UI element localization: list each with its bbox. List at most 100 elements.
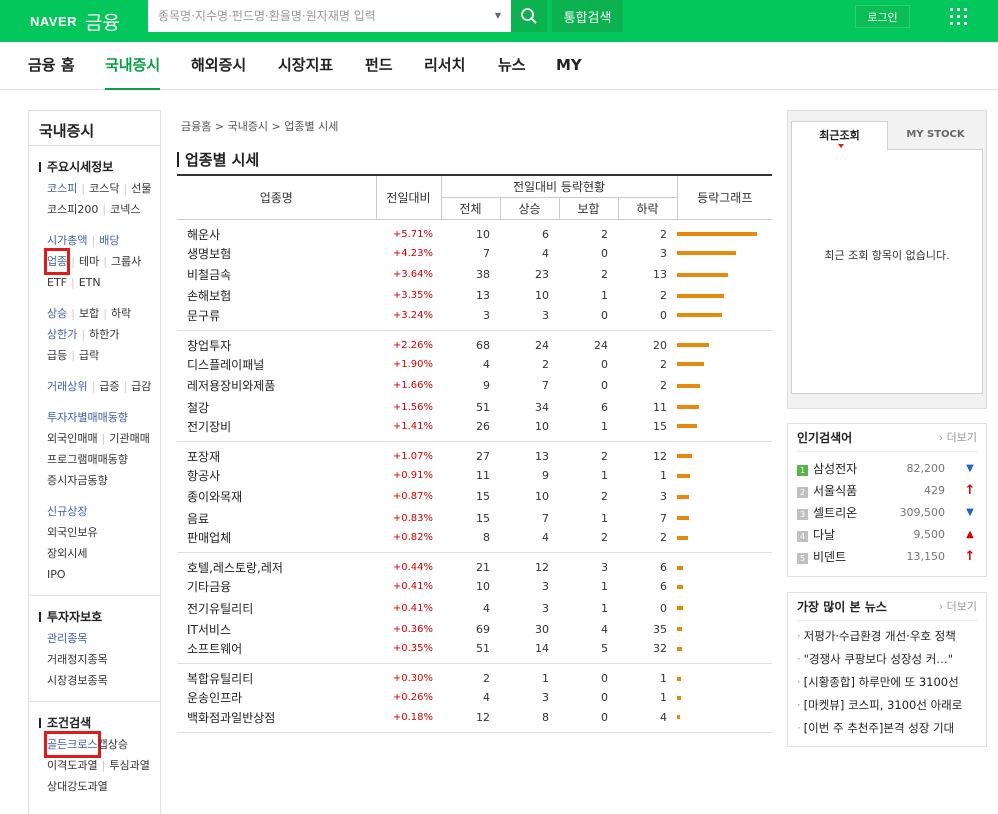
sidebar-link[interactable]: 급증 bbox=[99, 376, 119, 397]
sector-name-link[interactable]: 해운사 bbox=[187, 228, 220, 242]
sector-name-link[interactable]: 소프트웨어 bbox=[187, 642, 242, 656]
news-more-link[interactable]: › 더보기 bbox=[939, 593, 977, 621]
nav-item[interactable]: MY bbox=[556, 42, 582, 90]
popular-stock-name[interactable]: 서울식품 bbox=[813, 484, 857, 498]
sidebar-link[interactable]: 급등 bbox=[47, 345, 67, 366]
sidebar-link[interactable]: ETF bbox=[47, 272, 67, 293]
news-headline-link[interactable]: [이번 주 추천주]본격 성장 기대 bbox=[797, 717, 977, 740]
sidebar-link[interactable]: 투자자별매매동향 bbox=[47, 407, 128, 428]
sidebar-link[interactable]: IPO bbox=[47, 564, 66, 585]
sidebar-link[interactable]: 테마 bbox=[79, 251, 99, 272]
sidebar-link[interactable]: 거래정지종목 bbox=[47, 649, 108, 670]
sidebar-link[interactable]: 갭상승 bbox=[98, 734, 128, 755]
nav-item[interactable]: 해외증시 bbox=[191, 42, 246, 90]
popular-item[interactable]: 1 삼성전자 82,200 ▼ bbox=[797, 458, 977, 480]
sidebar-link[interactable]: ETN bbox=[79, 272, 101, 293]
tab-my-stock[interactable]: MY STOCK bbox=[888, 121, 983, 150]
nav-item[interactable]: 뉴스 bbox=[498, 42, 526, 90]
search-dropdown-icon[interactable]: ▼ bbox=[495, 11, 501, 20]
sidebar-link[interactable]: 코스피 bbox=[47, 178, 77, 199]
popular-item[interactable]: 3 셀트리온 309,500 ▼ bbox=[797, 502, 977, 524]
nav-item[interactable]: 금융 홈 bbox=[28, 42, 75, 90]
nav-item[interactable]: 펀드 bbox=[365, 42, 393, 90]
sector-name-link[interactable]: 문구류 bbox=[187, 309, 220, 323]
nav-item[interactable]: 국내증시 bbox=[105, 42, 161, 90]
popular-item[interactable]: 2 서울식품 429 ↑ bbox=[797, 480, 977, 502]
sector-name-link[interactable]: 판매업체 bbox=[187, 531, 231, 545]
sidebar-link[interactable]: 골든크로스 bbox=[44, 731, 101, 758]
sidebar-link[interactable]: 급감 bbox=[131, 376, 151, 397]
sidebar-link[interactable]: 급락 bbox=[79, 345, 99, 366]
sidebar-link[interactable]: 그룹사 bbox=[111, 251, 141, 272]
sector-name-link[interactable]: IT서비스 bbox=[187, 623, 231, 637]
popular-more-link[interactable]: › 더보기 bbox=[939, 424, 977, 452]
login-button[interactable]: 로그인 bbox=[855, 5, 910, 28]
sidebar-link[interactable]: 업종 bbox=[43, 248, 71, 275]
sector-name-link[interactable]: 운송인프라 bbox=[187, 691, 242, 705]
news-headline-link[interactable]: [시황종합] 하루만에 또 3100선 bbox=[797, 671, 977, 694]
sector-name-link[interactable]: 철강 bbox=[187, 401, 209, 415]
sector-name-link[interactable]: 음료 bbox=[187, 512, 209, 526]
sidebar-link[interactable]: 선물 bbox=[131, 178, 151, 199]
sector-name-link[interactable]: 디스플레이패널 bbox=[187, 358, 264, 372]
sector-name-link[interactable]: 항공사 bbox=[187, 469, 220, 483]
sidebar-link[interactable]: 시가총액 bbox=[47, 230, 87, 251]
sidebar-link[interactable]: 거래상위 bbox=[47, 376, 87, 397]
sidebar-link[interactable]: 외국인보유 bbox=[47, 522, 98, 543]
sidebar-link[interactable]: 증시자금동향 bbox=[47, 470, 108, 491]
nav-item[interactable]: 리서치 bbox=[424, 42, 465, 90]
sidebar-link[interactable]: 배당 bbox=[99, 230, 119, 251]
sector-name-link[interactable]: 종이와목재 bbox=[187, 490, 242, 504]
naver-logo-text[interactable]: NAVER bbox=[30, 14, 77, 29]
sidebar-link[interactable]: 이격도과열 bbox=[47, 755, 98, 776]
sidebar-link[interactable]: 투심과열 bbox=[109, 755, 149, 776]
sidebar-link[interactable]: 관리종목 bbox=[47, 628, 87, 649]
nav-item[interactable]: 시장지표 bbox=[278, 42, 333, 90]
sector-name-link[interactable]: 전기유틸리티 bbox=[187, 602, 253, 616]
popular-stock-name[interactable]: 다날 bbox=[813, 528, 835, 542]
sidebar-link[interactable]: 상한가 bbox=[47, 324, 77, 345]
sector-name-link[interactable]: 손해보험 bbox=[187, 289, 231, 303]
finance-logo-text[interactable]: 금융 bbox=[85, 8, 120, 35]
search-input[interactable] bbox=[148, 0, 478, 32]
sidebar-link[interactable]: 코스피200 bbox=[47, 199, 98, 220]
sidebar-link[interactable]: 상대강도과열 bbox=[47, 776, 108, 797]
popular-item[interactable]: 5 비덴트 13,150 ↑ bbox=[797, 546, 977, 568]
rank-badge: 4 bbox=[797, 531, 808, 542]
sidebar-link[interactable]: 신규상장 bbox=[47, 501, 87, 522]
sector-name-link[interactable]: 전기장비 bbox=[187, 420, 231, 434]
popular-item[interactable]: 4 다날 9,500 ▲ bbox=[797, 524, 977, 546]
sector-name-link[interactable]: 포장재 bbox=[187, 450, 220, 464]
naver-finance-logo[interactable]: NAVER 금융 bbox=[30, 8, 120, 34]
sidebar-link[interactable]: 시장경보종목 bbox=[47, 670, 108, 691]
unified-search-button[interactable]: 통합검색 bbox=[552, 0, 623, 32]
sector-name-link[interactable]: 기타금융 bbox=[187, 580, 231, 594]
sidebar-link[interactable]: 보합 bbox=[79, 303, 99, 324]
search-button[interactable] bbox=[511, 0, 547, 32]
sidebar-link[interactable]: 하락 bbox=[111, 303, 131, 324]
sector-name-link[interactable]: 레저용장비와제품 bbox=[187, 379, 275, 393]
sidebar-link[interactable]: 하한가 bbox=[89, 324, 119, 345]
sidebar-link[interactable]: 장외시세 bbox=[47, 543, 87, 564]
sector-name-link[interactable]: 호텔,레스토랑,레저 bbox=[187, 561, 283, 575]
sidebar-link[interactable]: 기관매매 bbox=[109, 428, 149, 449]
popular-stock-name[interactable]: 셀트리온 bbox=[813, 506, 857, 520]
sector-name-link[interactable]: 생명보험 bbox=[187, 247, 231, 261]
sidebar-title[interactable]: 국내증시 bbox=[29, 111, 160, 146]
sector-name-link[interactable]: 창업투자 bbox=[187, 339, 231, 353]
news-headline-link[interactable]: [마켓뷰] 코스피, 3100선 아래로 bbox=[797, 694, 977, 717]
tab-recent[interactable]: 최근조회 bbox=[791, 121, 888, 150]
news-headline-link[interactable]: 저평가·수급환경 개선·우호 정책 bbox=[797, 625, 977, 648]
sector-name-link[interactable]: 복합유틸리티 bbox=[187, 672, 253, 686]
sidebar-link[interactable]: 코스닥 bbox=[89, 178, 119, 199]
sidebar-link[interactable]: 외국인매매 bbox=[47, 428, 98, 449]
popular-stock-name[interactable]: 비덴트 bbox=[813, 550, 846, 564]
sidebar-link[interactable]: 코넥스 bbox=[110, 199, 140, 220]
sector-name-link[interactable]: 백화점과일반상점 bbox=[187, 711, 275, 725]
popular-stock-name[interactable]: 삼성전자 bbox=[813, 462, 857, 476]
sector-name-link[interactable]: 비철금속 bbox=[187, 268, 231, 282]
sidebar-link[interactable]: 프로그램매매동향 bbox=[47, 449, 128, 470]
news-headline-link[interactable]: "경쟁사 쿠팡보다 성장성 커…" bbox=[797, 648, 977, 671]
services-grid-icon[interactable] bbox=[950, 8, 967, 25]
sidebar-link[interactable]: 상승 bbox=[47, 303, 67, 324]
